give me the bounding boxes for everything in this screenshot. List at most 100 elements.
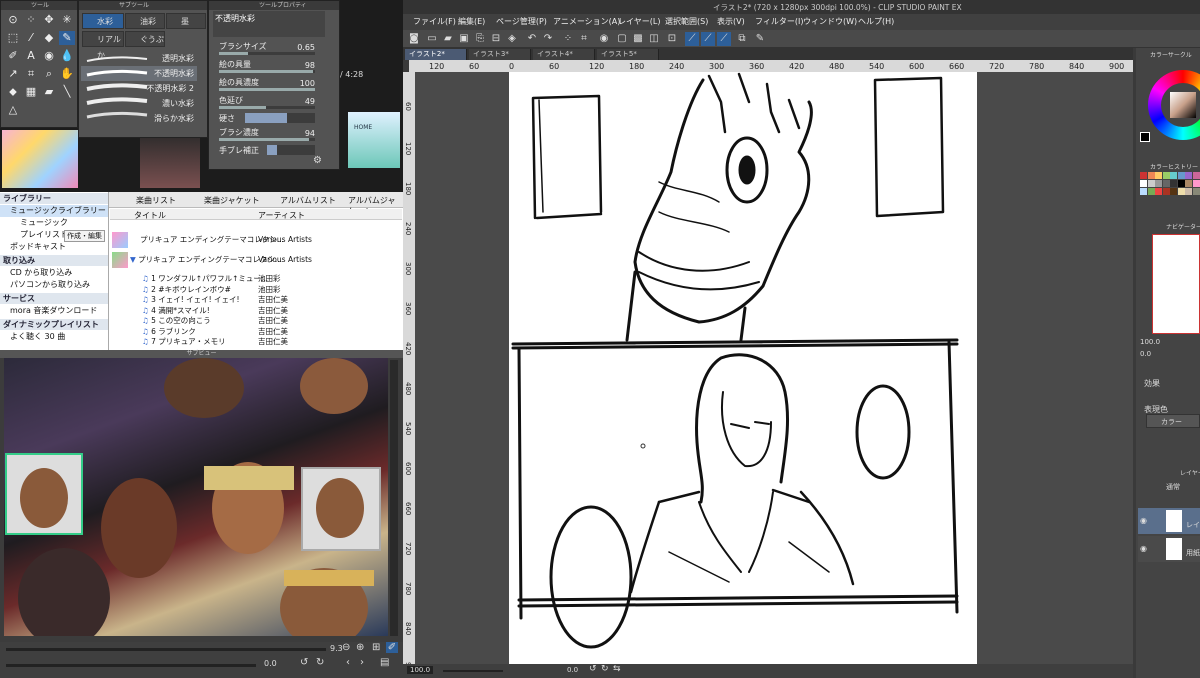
album-row-expanded[interactable]: ▼ プリキュア エンディングテーマコレクシ... Various Artists	[110, 255, 402, 266]
color-swatch[interactable]	[1192, 180, 1200, 187]
prop-slider[interactable]	[219, 138, 315, 141]
eyedropper-icon[interactable]: ⁄	[23, 31, 39, 45]
subtool-tab-real[interactable]: リアルか	[82, 31, 124, 60]
color-swatch[interactable]	[1185, 180, 1192, 187]
color-swatch[interactable]	[1147, 180, 1155, 187]
layer-icon[interactable]: ⧉	[735, 32, 749, 46]
brush-icon[interactable]: ✎	[59, 31, 75, 45]
sidebar-item-mora[interactable]: mora 音楽ダウンロード	[0, 305, 108, 317]
new-file-icon[interactable]: ▭	[425, 32, 439, 46]
main-color-swatch[interactable]	[1140, 132, 1150, 142]
menu-layer[interactable]: レイヤー(L)	[618, 16, 660, 27]
sidebar-item-top30[interactable]: よく聴く 30 曲	[0, 331, 108, 343]
column-title[interactable]: タイトル	[134, 210, 166, 221]
color-swatch[interactable]	[1162, 172, 1170, 179]
track-row[interactable]: ♫ 7 プリキュア・メモリ 吉田仁美	[110, 337, 402, 348]
rotate-reset-icon[interactable]: ↺	[589, 664, 597, 674]
clear-outside-icon[interactable]: ▩	[631, 32, 645, 46]
navigator-preview[interactable]	[1152, 234, 1200, 334]
rotate-right-icon[interactable]: ↻	[316, 657, 324, 668]
eye-icon[interactable]: ◉	[1140, 544, 1147, 553]
section-service[interactable]: サービス	[0, 293, 108, 304]
menu-selection[interactable]: 選択範囲(S)	[665, 16, 708, 27]
frame-icon[interactable]: ▰	[41, 85, 57, 99]
color-swatch[interactable]	[1155, 172, 1162, 179]
subtool-tab-guwa[interactable]: ぐうぷ	[125, 31, 165, 47]
color-swatch[interactable]	[1162, 180, 1170, 187]
color-history-swatches[interactable]	[1140, 172, 1200, 212]
prop-brush-density[interactable]: ブラシ濃度 94	[219, 127, 331, 143]
rotate-slider[interactable]	[6, 664, 256, 667]
column-artist[interactable]: アーティスト	[258, 210, 305, 221]
color-swatch[interactable]	[1170, 188, 1177, 195]
redo-icon[interactable]: ↷	[541, 32, 555, 46]
magic-wand-icon[interactable]: ✳	[59, 13, 75, 27]
menu-edit[interactable]: 編集(E)	[458, 16, 485, 27]
zoom-out-icon[interactable]: ⊖	[342, 642, 350, 653]
snap-ruler-icon[interactable]: ⊡	[665, 32, 679, 46]
fit-icon[interactable]: ⊞	[372, 642, 380, 653]
zoom-icon[interactable]: ⌕	[41, 67, 57, 81]
eyedropper-toggle-icon[interactable]: ✐	[386, 642, 398, 653]
drawing-canvas[interactable]	[509, 72, 977, 664]
hand-icon[interactable]: ✋	[59, 67, 75, 81]
color-swatch[interactable]	[1147, 188, 1155, 195]
select-icon[interactable]: ⁘	[23, 13, 39, 27]
eraser-icon[interactable]: ◆	[41, 31, 57, 45]
prop-slider[interactable]	[219, 70, 315, 73]
tab-album-list[interactable]: アルバムリスト	[280, 195, 336, 206]
sidebar-item-cd-import[interactable]: CD から取り込み	[0, 267, 108, 279]
canvas-zoom-slider[interactable]	[443, 670, 503, 672]
wrench-icon[interactable]: ⚙	[313, 155, 322, 166]
section-import[interactable]: 取り込み	[0, 255, 108, 266]
next-image-icon[interactable]: ›	[360, 657, 364, 668]
color-swatch[interactable]	[1170, 180, 1177, 187]
lasso-icon[interactable]: ⊙	[5, 13, 21, 27]
track-row[interactable]: ♫ 3 イェイ! イェイ! イェイ! 吉田仁美	[110, 295, 402, 306]
menu-file[interactable]: ファイル(F)	[413, 16, 456, 27]
menu-help[interactable]: ヘルプ(H)	[858, 16, 894, 27]
color-swatch[interactable]	[1192, 172, 1200, 179]
menu-window[interactable]: ウィンドウ(W)	[803, 16, 857, 27]
menu-page[interactable]: ページ管理(P)	[496, 16, 547, 27]
expand-icon[interactable]: ▼	[130, 255, 138, 264]
paper-layer-row[interactable]: ◉ 用紙	[1138, 536, 1200, 562]
prop-color-stretch[interactable]: 色延び 49	[219, 95, 331, 111]
color-swatch[interactable]	[1177, 180, 1185, 187]
subtool-tab-watercolor[interactable]: 水彩	[82, 13, 124, 29]
subtool-tab-oil[interactable]: 油彩	[125, 13, 165, 29]
expression-select[interactable]: カラー	[1146, 414, 1200, 428]
selection-clear-icon[interactable]: ⁘	[561, 32, 575, 46]
snap-grid-icon[interactable]: ⟋	[701, 32, 715, 46]
color-swatch[interactable]	[1185, 188, 1192, 195]
sidebar-item-music[interactable]: ミュージック	[0, 217, 108, 229]
rotate-cw-icon[interactable]: ↻	[601, 664, 609, 674]
menu-view[interactable]: 表示(V)	[717, 16, 745, 27]
transform-icon[interactable]: ◫	[647, 32, 661, 46]
track-row[interactable]: ♫ 2 #キボウレインボウ# 池田彩	[110, 285, 402, 296]
color-swatch[interactable]	[1147, 172, 1155, 179]
prop-slider[interactable]	[219, 88, 315, 91]
color-swatch[interactable]	[1140, 180, 1147, 187]
snap-special-icon[interactable]: ⟋	[685, 32, 699, 46]
export-icon[interactable]: ⎘	[473, 32, 487, 46]
prop-slider[interactable]	[245, 113, 315, 123]
section-library[interactable]: ライブラリー	[0, 193, 108, 204]
color-swatch[interactable]	[1155, 188, 1162, 195]
menu-animation[interactable]: アニメーション(A)	[553, 16, 620, 27]
tab-illust2[interactable]: イラスト2*	[405, 49, 467, 60]
save-icon[interactable]: ▣	[457, 32, 471, 46]
sidebar-item-podcast[interactable]: ポッドキャスト	[0, 241, 108, 253]
tab-illust5[interactable]: イラスト5*	[597, 49, 659, 60]
track-row[interactable]: ♫ 5 この空の向こう 吉田仁美	[110, 316, 402, 327]
prop-brush-size[interactable]: ブラシサイズ 0.65	[219, 41, 331, 57]
prop-slider[interactable]	[219, 52, 315, 55]
sub-view-folder-icon[interactable]: ▤	[380, 657, 389, 668]
marquee-icon[interactable]: ⬚	[5, 31, 21, 45]
color-swatch[interactable]	[1177, 172, 1185, 179]
palette-icon[interactable]: ◈	[505, 32, 519, 46]
subtool-tab-ink[interactable]: 墨	[166, 13, 206, 29]
memo-icon[interactable]: ✎	[753, 32, 767, 46]
rotate-left-icon[interactable]: ↺	[300, 657, 308, 668]
tab-song-jacket[interactable]: 楽曲ジャケット	[204, 195, 260, 206]
